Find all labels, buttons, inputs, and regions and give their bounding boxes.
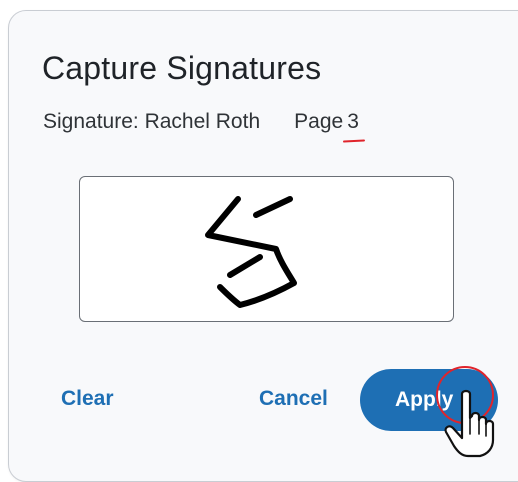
cancel-button[interactable]: Cancel	[259, 387, 328, 411]
signature-pad[interactable]	[79, 176, 454, 322]
page-label: Page	[294, 110, 344, 133]
page-number: 3	[343, 110, 366, 143]
page-number-value: 3	[347, 110, 359, 133]
dialog-title: Capture Signatures	[42, 50, 322, 86]
signer-name-label: Signature: Rachel Roth	[43, 110, 261, 133]
signature-info: Signature: Rachel Roth Page 3	[43, 110, 366, 143]
signature-stroke	[205, 196, 297, 308]
clear-button[interactable]: Clear	[61, 387, 114, 411]
apply-button[interactable]: Apply	[360, 369, 498, 431]
